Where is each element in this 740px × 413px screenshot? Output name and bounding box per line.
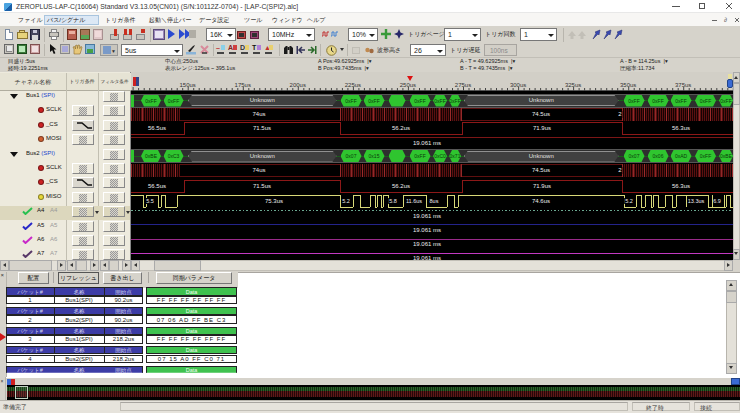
svg-text:325us: 325us	[565, 82, 581, 88]
svg-text:200us: 200us	[290, 82, 306, 88]
svg-text:300us: 300us	[510, 82, 526, 88]
